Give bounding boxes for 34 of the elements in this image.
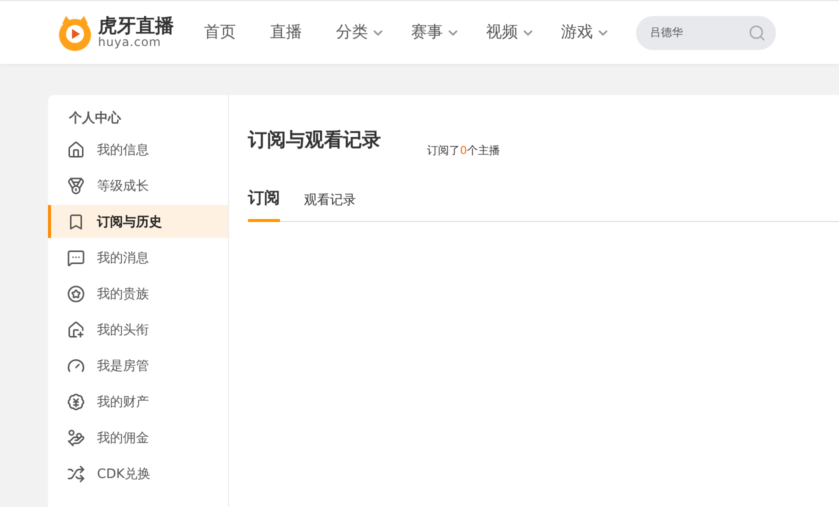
sidebar-item[interactable]: CDK兑换 <box>48 457 228 490</box>
nav-link[interactable]: 视频 <box>486 22 535 43</box>
sidebar-item[interactable]: 我的消息 <box>48 241 228 274</box>
page-title: 订阅与观看记录 <box>248 128 381 153</box>
logo-title: 虎牙直播 <box>98 17 174 36</box>
nav-link[interactable]: 赛事 <box>411 22 460 43</box>
sidebar-item[interactable]: 等级成长 <box>48 169 228 202</box>
house-icon <box>67 140 85 158</box>
subscription-count: 订阅了0个主播 <box>427 143 500 158</box>
sidebar-item[interactable]: 我的信息 <box>48 133 228 166</box>
nav-link[interactable]: 游戏 <box>561 22 610 43</box>
nav-link[interactable]: 首页 <box>204 22 236 43</box>
tab[interactable]: 订阅 <box>248 188 280 222</box>
sidebar-title: 个人中心 <box>68 110 122 127</box>
star-circle-icon <box>67 284 85 302</box>
sidebar-item[interactable]: 订阅与历史 <box>48 205 228 238</box>
medal-icon <box>67 176 85 194</box>
search-field[interactable]: 吕德华 <box>636 16 776 50</box>
sidebar-item[interactable]: 我的头衔 <box>48 313 228 346</box>
tiger-logo-icon <box>56 14 94 52</box>
sidebar-item[interactable]: 我的贵族 <box>48 277 228 310</box>
nav-link[interactable]: 分类 <box>336 22 385 43</box>
gauge-icon <box>67 356 85 374</box>
sidebar-item[interactable]: 我的财产 <box>48 385 228 418</box>
search-icon[interactable] <box>748 24 766 42</box>
shuffle-icon <box>67 464 85 482</box>
chat-icon <box>67 248 85 266</box>
sidebar-item[interactable]: 我是房管 <box>48 349 228 382</box>
house-icon <box>67 320 85 338</box>
logo-domain: huya.com <box>98 36 162 48</box>
sidebar-item[interactable]: 我的佣金 <box>48 421 228 454</box>
tab[interactable]: 观看记录 <box>304 188 356 222</box>
nav-link[interactable]: 直播 <box>270 22 302 43</box>
bookmark-icon <box>67 212 85 230</box>
